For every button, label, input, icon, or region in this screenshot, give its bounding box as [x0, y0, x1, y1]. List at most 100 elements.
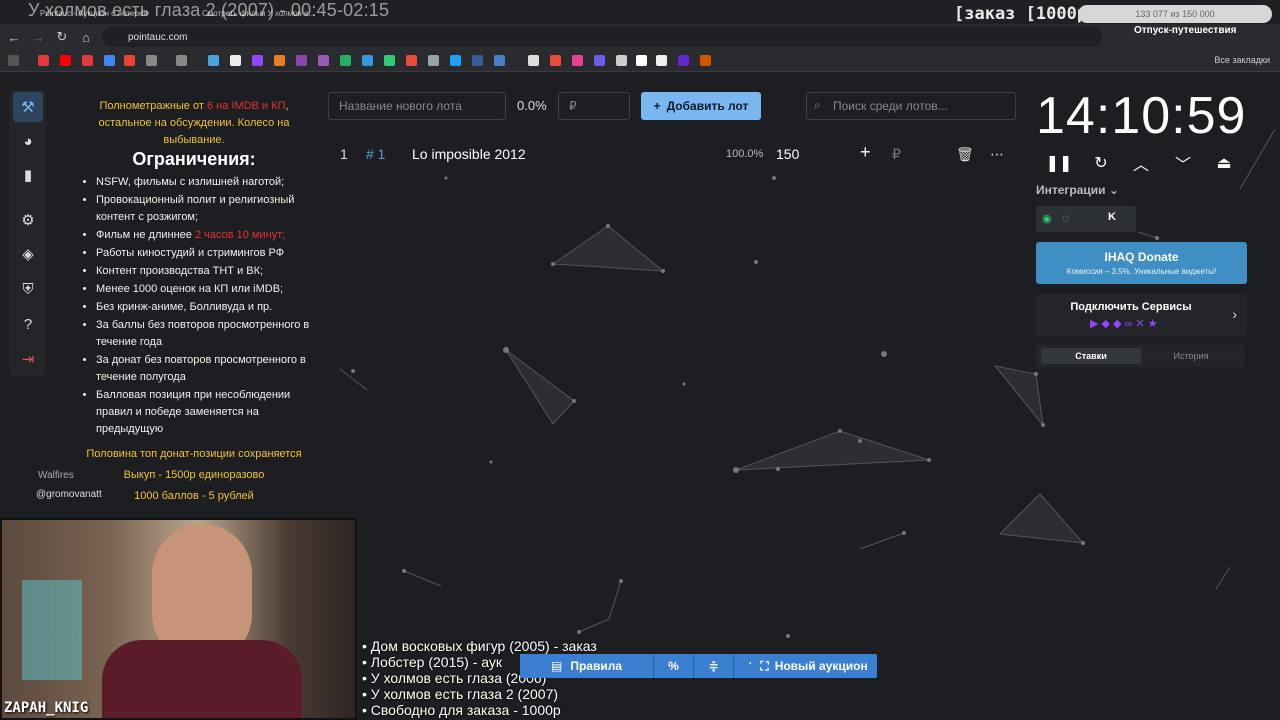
layers-icon[interactable]: ◈ [13, 239, 43, 269]
bookmark-icon[interactable] [38, 55, 49, 66]
add-lot-button[interactable]: + Добавить лот [641, 92, 761, 120]
rule-item: Работы киностудий и стримингов РФ [96, 245, 312, 262]
all-bookmarks[interactable]: Все закладки [1214, 55, 1270, 65]
forward-icon[interactable]: → [30, 29, 46, 45]
bookmark-icon[interactable] [274, 55, 285, 66]
bookmark-icon[interactable] [428, 55, 439, 66]
bookmark-icon[interactable] [176, 55, 187, 66]
url-field[interactable]: pointauc.com [102, 27, 1102, 47]
pause-icon[interactable]: ❚❚ [1046, 153, 1073, 173]
bookmark-icon[interactable] [572, 55, 583, 66]
bookmark-icon[interactable] [678, 55, 689, 66]
lamp-glow [22, 580, 82, 680]
list-item: • Дом восковых фигур (2005) - заказ [362, 638, 597, 654]
new-auction-label: Новый аукцион [774, 659, 868, 673]
shield-icon[interactable]: ⛨ [13, 274, 43, 304]
search-icon: ⌕ [814, 98, 821, 112]
help-icon[interactable]: ? [13, 309, 43, 339]
bookmark-icon[interactable] [146, 55, 157, 66]
add-amount-icon[interactable]: + [860, 142, 871, 163]
bookmark-icon[interactable] [104, 55, 115, 66]
bookmark-icon[interactable] [616, 55, 627, 66]
rule-item: За баллы без повторов просмотренного в т… [96, 317, 312, 351]
lot-percent: 0.0% [517, 98, 547, 113]
rules-button-label: Правила [570, 659, 623, 673]
bookmark-icon[interactable] [384, 55, 395, 66]
wheel-icon[interactable]: ◕ [13, 126, 43, 156]
bookmark-icon[interactable] [208, 55, 219, 66]
tab-bids[interactable]: Ставки [1041, 348, 1141, 364]
bookmark-icon[interactable] [700, 55, 711, 66]
search-input[interactable]: Поиск среди лотов... [806, 92, 1016, 120]
more-icon[interactable]: ⋯ [990, 146, 1004, 163]
integrations-label[interactable]: Интеграции ⌄ [1036, 183, 1119, 197]
rule-length-text: Фильм не длиннее [96, 229, 195, 241]
services-label: Подключить Сервисы [1070, 301, 1192, 313]
trash-icon[interactable]: 🗑 [956, 146, 974, 163]
eject-icon[interactable]: ⏏ [1213, 153, 1235, 173]
donate-button[interactable]: IHAQ Donate Комиссия – 3,5%. Уникальные … [1036, 242, 1247, 284]
book-icon: ▤ [550, 659, 563, 673]
reset-icon[interactable]: ↻ [1090, 153, 1112, 173]
timer-display: 14:10:59 [1036, 87, 1247, 145]
lot-tag: # 1 [366, 146, 386, 162]
chevron-up-icon[interactable]: ︿ [1130, 153, 1152, 174]
bookmark-icon[interactable] [636, 55, 647, 66]
connect-services-button[interactable]: Подключить Сервисы ▶ ◆ ◆ ∞ ✕ ★ › [1036, 293, 1247, 337]
bookmark-icon[interactable] [296, 55, 307, 66]
integrations-text: Интеграции [1036, 183, 1106, 197]
loading-icon[interactable]: ◌ [1062, 211, 1069, 225]
apps-icon[interactable] [8, 55, 19, 66]
chevron-down-icon[interactable]: ﹀ [1172, 153, 1194, 174]
back-icon[interactable]: ← [6, 29, 22, 45]
service-icons: ▶ ◆ ◆ ∞ ✕ ★ [1090, 318, 1158, 330]
bookmark-icon[interactable] [318, 55, 329, 66]
url-text: pointauc.com [128, 31, 188, 43]
percent-icon[interactable]: % [654, 654, 694, 678]
rule-item: Балловая позиция при несоблюдении правил… [96, 387, 312, 438]
rule-item: Фильм не длиннее 2 часов 10 минут; [96, 227, 312, 244]
bookmark-icon[interactable] [550, 55, 561, 66]
integrations-toggles: ◉ ◌ K [1036, 206, 1136, 232]
currency-label: ₽ [569, 99, 577, 113]
tab-history[interactable]: История [1141, 348, 1241, 364]
gavel-icon[interactable]: ⚒ [13, 92, 43, 122]
bookmark-icon[interactable] [450, 55, 461, 66]
bookmark-icon[interactable] [340, 55, 351, 66]
new-auction-button[interactable]: ⛶ Новый аукцион [751, 654, 877, 678]
overlay-progress-text: 133 077 из 150 000 [1135, 9, 1215, 19]
home-icon[interactable]: ⌂ [78, 29, 94, 45]
bookmark-icon[interactable] [82, 55, 93, 66]
bookmark-icon[interactable] [494, 55, 505, 66]
bookmark-icon[interactable] [362, 55, 373, 66]
lot-name-input[interactable]: Название нового лота [328, 92, 506, 120]
chart-icon[interactable]: ▮ [13, 160, 43, 190]
rules-panel: Полнометражные от 6 на IMDB и КП, осталь… [76, 98, 312, 505]
list-item: • Свободно для заказа - 1000р [362, 702, 561, 718]
lot-index: 1 [340, 146, 348, 162]
bookmark-icon[interactable] [60, 55, 71, 66]
lot-amount-input[interactable]: ₽ [558, 92, 630, 120]
lot-percent: 100.0% [726, 148, 764, 160]
rule-item: Без кринж-аниме, Болливуда и пр. [96, 299, 312, 316]
bookmark-icon[interactable] [594, 55, 605, 66]
overlay-trip-label: Отпуск-путешествия [1134, 25, 1237, 36]
bookmark-icon[interactable] [406, 55, 417, 66]
rules-button[interactable]: ▤ Правила [520, 654, 654, 678]
bookmark-icon[interactable] [252, 55, 263, 66]
bookmark-icon[interactable] [656, 55, 667, 66]
order-list: • Дом восковых фигур (2005) - заказ • Ло… [362, 638, 597, 718]
chevron-right-icon: › [1232, 306, 1237, 322]
gear-icon[interactable]: ⚙ [13, 205, 43, 235]
vk-icon[interactable]: K [1108, 211, 1116, 223]
lot-name[interactable]: Lo imposible 2012 [412, 146, 526, 162]
table-row[interactable]: 1 # 1 Lo imposible 2012 100.0% 150 + ₽ 🗑… [326, 138, 1020, 170]
split-icon[interactable]: ≑ [694, 654, 734, 678]
bookmark-icon[interactable] [472, 55, 483, 66]
logout-icon[interactable]: ⇥ [13, 344, 43, 374]
bookmark-icon[interactable] [124, 55, 135, 66]
status-on-icon[interactable]: ◉ [1042, 212, 1052, 225]
bookmark-icon[interactable] [230, 55, 241, 66]
bookmark-icon[interactable] [528, 55, 539, 66]
reload-icon[interactable]: ↻ [54, 29, 70, 45]
